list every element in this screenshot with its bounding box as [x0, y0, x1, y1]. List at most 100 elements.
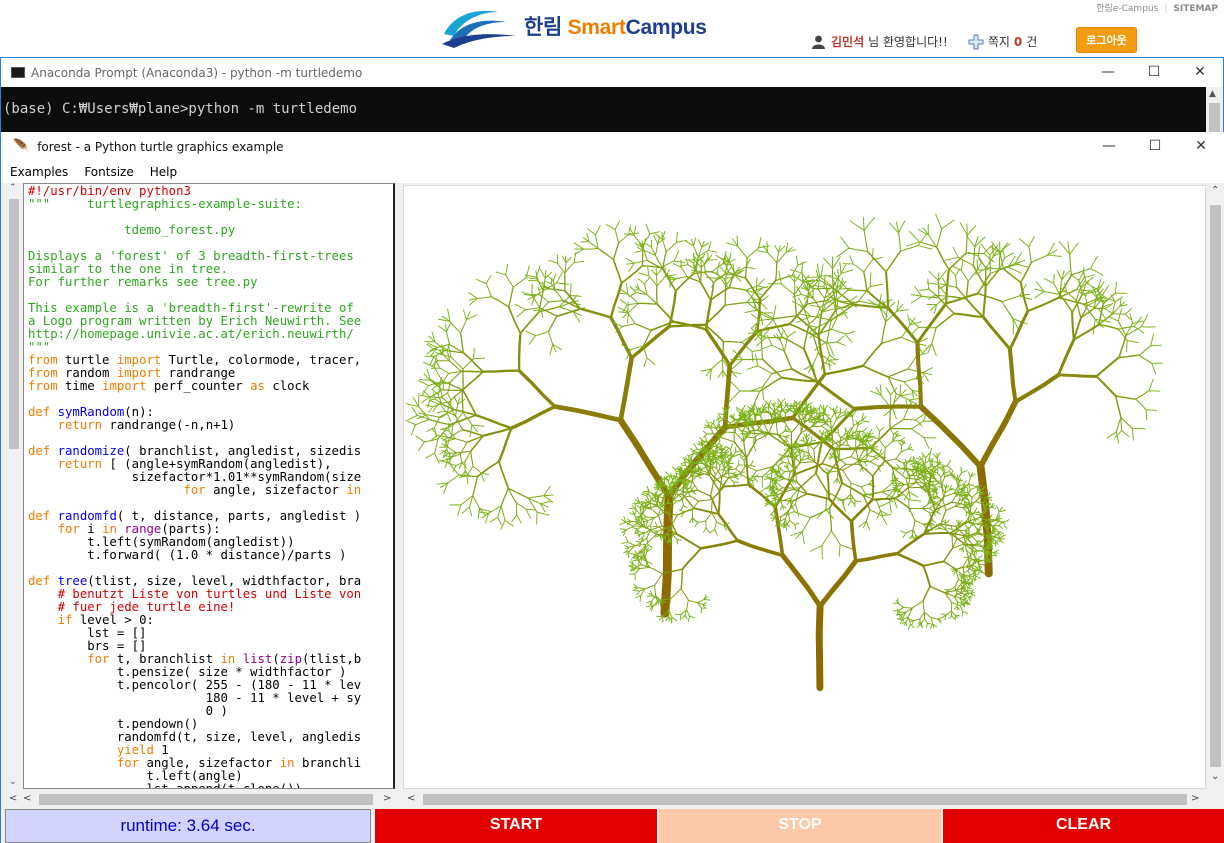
close-icon[interactable]: ✕ [1178, 132, 1224, 161]
tree-branch [1148, 379, 1154, 392]
scroll-down-icon[interactable]: ⌄ [1211, 771, 1219, 782]
tree-branch [1002, 248, 1006, 259]
tree-branch [425, 404, 434, 408]
tree-branch [634, 568, 641, 575]
tree-branch [757, 250, 769, 253]
tree-branch [680, 588, 689, 601]
tree-branch [490, 296, 510, 308]
console-scrollbar[interactable]: ▲ [1206, 87, 1223, 132]
canvas-hscroll-thumb[interactable] [423, 794, 1187, 805]
tree-branch [848, 295, 858, 303]
code-hscroll-thumb[interactable] [39, 794, 373, 805]
tree-branch [915, 413, 925, 421]
maximize-icon[interactable]: ☐ [1131, 58, 1177, 87]
stop-button[interactable]: STOP [659, 809, 941, 843]
tree-branch [633, 586, 639, 589]
canvas-vertical-scrollbar[interactable]: ⌃ ⌄ [1207, 183, 1224, 789]
code-scroll-thumb[interactable] [9, 199, 19, 449]
tree-branch [642, 518, 649, 522]
tree-branch [678, 509, 685, 513]
console-scroll-thumb[interactable] [1209, 103, 1220, 132]
tree-branch [828, 354, 837, 361]
scroll-right-icon[interactable]: > [1191, 793, 1199, 804]
tree-branch [748, 410, 751, 417]
scroll-left-icon[interactable]: < [23, 793, 31, 804]
smartcampus-logo[interactable]: 한림 SmartCampus [440, 4, 707, 48]
tree-branch [976, 540, 983, 543]
turtledemo-titlebar[interactable]: 🪶 forest - a Python turtle graphics exam… [1, 132, 1224, 161]
code-vertical-scrollbar[interactable]: ⌃ ⌄ [7, 183, 21, 789]
tree-branch [668, 475, 678, 477]
tree-branch [789, 520, 796, 525]
tree-branch [1043, 278, 1055, 284]
minimize-icon[interactable]: — [1086, 132, 1132, 161]
tree-branch [1131, 427, 1134, 441]
canvas-horizontal-scrollbar[interactable]: < > [401, 792, 1207, 807]
tree-branch [461, 506, 471, 514]
tree-branch [966, 224, 977, 236]
tree-branch [638, 272, 650, 277]
code-horizontal-scrollbar[interactable]: < < > [7, 792, 399, 807]
scroll-up-icon[interactable]: ⌃ [1211, 185, 1219, 196]
tree-branch [519, 311, 540, 335]
start-button[interactable]: START [375, 809, 657, 843]
scroll-right-icon[interactable]: > [383, 793, 391, 804]
tree-branch [803, 323, 811, 350]
tree-branch [799, 453, 802, 462]
scroll-left-icon[interactable]: < [9, 793, 17, 804]
menu-examples[interactable]: Examples [1, 165, 75, 179]
logout-button[interactable]: 로그아웃 [1076, 27, 1137, 53]
turtle-canvas[interactable] [403, 185, 1206, 789]
tree-branch [908, 499, 922, 502]
tree-branch [1018, 238, 1030, 248]
tree-branch [830, 328, 846, 335]
tree-branch [597, 247, 615, 261]
sitemap-link[interactable]: SITEMAP [1173, 4, 1218, 14]
tree-branch [569, 283, 572, 297]
tree-branch [757, 278, 765, 287]
tree-branch [759, 302, 768, 310]
tree-branch [922, 600, 925, 613]
tree-branch [455, 450, 472, 454]
close-icon[interactable]: ✕ [1177, 58, 1223, 87]
tree-branch [481, 369, 521, 373]
code-line: brs = [] [28, 640, 147, 653]
tree-branch [806, 457, 814, 461]
scroll-left-icon[interactable]: < [407, 793, 415, 804]
tree-branch [705, 512, 713, 522]
messages-link[interactable]: 쪽지 0 건 [968, 33, 1037, 50]
tree-branch [517, 368, 557, 409]
scroll-up-icon[interactable]: ⌃ [9, 183, 17, 193]
tree-branch [625, 525, 634, 531]
tree-branch [649, 566, 663, 575]
tree-branch [910, 294, 923, 297]
ecampus-link[interactable]: 한림e-Campus [1096, 4, 1158, 14]
tree-branch [863, 271, 868, 292]
tree-branch [466, 475, 469, 485]
minimize-icon[interactable]: — [1085, 58, 1131, 87]
menu-help[interactable]: Help [141, 165, 184, 179]
tree-branch [832, 256, 841, 270]
tree-branch [694, 521, 699, 528]
tree-branch [960, 269, 969, 282]
menu-fontsize[interactable]: Fontsize [75, 165, 140, 179]
tree-branch [1085, 276, 1094, 284]
tree-branch [794, 468, 797, 482]
turtledemo-window[interactable]: 🪶 forest - a Python turtle graphics exam… [0, 132, 1224, 843]
tree-branch [898, 441, 902, 447]
tree-branch [425, 414, 440, 418]
scroll-up-icon[interactable]: ▲ [1209, 89, 1216, 99]
code-view[interactable]: #!/usr/bin/env python3 """ turtlegraphics… [23, 183, 395, 789]
tree-branch [665, 471, 670, 477]
tree-branch [434, 452, 440, 464]
scroll-down-icon[interactable]: ⌄ [9, 777, 17, 787]
console-output[interactable]: (base) C:₩Users₩plane>python -m turtlede… [1, 87, 1207, 132]
maximize-icon[interactable]: ☐ [1132, 132, 1178, 161]
tree-branch [696, 598, 705, 604]
tree-branch [673, 260, 685, 264]
clear-button[interactable]: CLEAR [943, 809, 1224, 843]
canvas-scroll-thumb[interactable] [1210, 205, 1221, 767]
anaconda-titlebar[interactable]: Anaconda Prompt (Anaconda3) - python -m … [1, 58, 1223, 87]
tree-branch [457, 504, 462, 516]
anaconda-prompt-window[interactable]: Anaconda Prompt (Anaconda3) - python -m … [0, 57, 1224, 132]
